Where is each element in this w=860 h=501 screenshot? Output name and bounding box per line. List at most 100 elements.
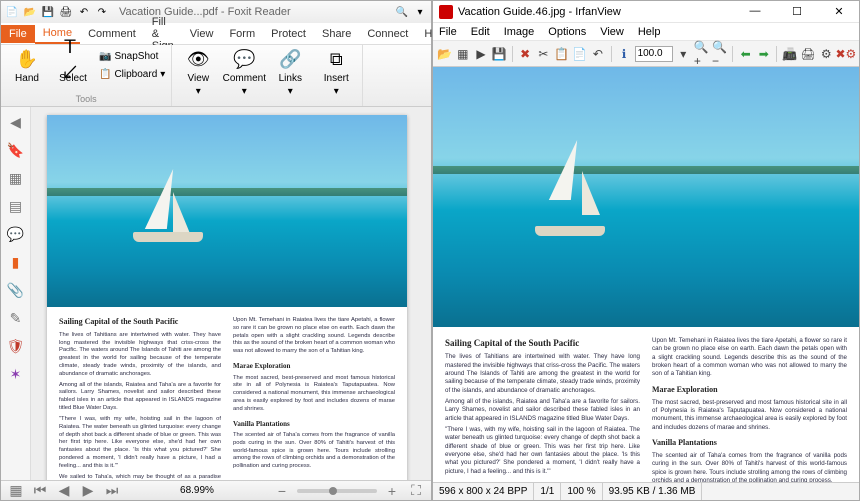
image-viewport[interactable]: Sailing Capital of the South Pacific The… [433, 67, 859, 482]
status-filesize: 93.95 KB / 1.36 MB [603, 483, 703, 500]
ribbon-group-view: 👁View▾ 💬Comment▾ 🔗Links▾ ⧉Insert▾ [172, 45, 363, 106]
page-prev-icon[interactable]: ◀ [55, 482, 73, 500]
clipboard-icon: 📋 [99, 69, 111, 80]
highlight-icon[interactable]: ▮ [7, 253, 25, 271]
ribbon-collapse-icon[interactable]: ▾ [413, 5, 427, 19]
zoom-out-icon[interactable]: 🔍− [712, 45, 727, 63]
comment-icon: 💬 [232, 47, 256, 71]
maximize-button[interactable]: ☐ [783, 5, 811, 18]
fullscreen-icon[interactable]: ⛶ [407, 482, 425, 500]
menu-edit[interactable]: Edit [471, 26, 490, 38]
save-icon[interactable]: 💾 [492, 45, 507, 63]
attachments-icon[interactable]: 📎 [7, 281, 25, 299]
zoom-in-icon[interactable]: 🔍+ [694, 45, 709, 63]
clipboard-button[interactable]: 📋Clipboard ▾ [99, 67, 165, 83]
tab-comment[interactable]: Comment [80, 25, 144, 43]
select-icon: Ｔ↙ [61, 47, 85, 71]
heading-marae: Marae Exploration [233, 362, 395, 371]
links-button[interactable]: 🔗Links▾ [270, 47, 310, 97]
zoom-slider[interactable] [297, 489, 377, 493]
heading-vanilla: Vanilla Plantations [652, 438, 847, 449]
content-area: ◀ 🔖 ▦ ▤ 💬 ▮ 📎 ✎ 🛡 ✶ Sailing Capital of t… [1, 107, 431, 480]
search-icon[interactable]: 🔍 [395, 5, 409, 19]
comment-button[interactable]: 💬Comment▾ [224, 47, 264, 97]
status-bar: 596 x 800 x 24 BPP 1/1 100 % 93.95 KB / … [433, 482, 859, 500]
menu-bar: File Edit Image Options View Help [433, 23, 859, 41]
close-button[interactable]: ✕ [825, 5, 853, 18]
prefs-icon[interactable]: ✖⚙ [837, 45, 855, 63]
view-button[interactable]: 👁View▾ [178, 47, 218, 97]
zoom-value[interactable]: 68.99% [180, 485, 214, 496]
undo-icon[interactable]: ↶ [590, 45, 605, 63]
prev-image-icon[interactable]: ⬅ [738, 45, 753, 63]
view-mode-icon[interactable]: ▦ [7, 482, 25, 500]
redo-icon[interactable]: ↷ [95, 5, 109, 19]
menu-file[interactable]: File [439, 26, 457, 38]
dropdown-icon[interactable]: ▾ [676, 45, 691, 63]
thumbnails-icon[interactable]: ▦ [455, 45, 470, 63]
paste-icon[interactable]: 📄 [572, 45, 587, 63]
menu-options[interactable]: Options [548, 26, 586, 38]
save-icon[interactable]: 💾 [41, 5, 55, 19]
page-next-icon[interactable]: ▶ [79, 482, 97, 500]
titlebar: Vacation Guide.46.jpg - IrfanView — ☐ ✕ [433, 1, 859, 23]
minimize-button[interactable]: — [741, 5, 769, 18]
signature-icon[interactable]: ✎ [7, 309, 25, 327]
settings-icon[interactable]: ⚙ [819, 45, 834, 63]
status-page: 1/1 [534, 483, 561, 500]
page-first-icon[interactable]: ⏮ [31, 482, 49, 500]
print-icon[interactable]: 🖨 [59, 5, 73, 19]
connected-icon[interactable]: ✶ [7, 365, 25, 383]
camera-icon: 📷 [99, 51, 111, 62]
menu-help[interactable]: Help [638, 26, 661, 38]
page-text: Sailing Capital of the South Pacific The… [47, 307, 407, 480]
thumbnails-icon[interactable]: ▦ [7, 169, 25, 187]
status-dimensions: 596 x 800 x 24 BPP [433, 483, 534, 500]
page-hero-image [433, 67, 859, 327]
hand-tool-button[interactable]: ✋ Hand [7, 47, 47, 84]
copy-icon[interactable]: 📋 [554, 45, 569, 63]
heading-sailing: Sailing Capital of the South Pacific [59, 317, 221, 328]
toolbar: 📂 ▦ ▶ 💾 ✖ ✂ 📋 📄 ↶ ℹ 100.0 ▾ 🔍+ 🔍− ⬅ ➡ 📠 … [433, 41, 859, 67]
ribbon: ✋ Hand Ｔ↙ Select 📷SnapShot 📋Clipboard ▾ … [1, 45, 431, 107]
scan-icon[interactable]: 📠 [782, 45, 797, 63]
open-icon[interactable]: 📂 [23, 5, 37, 19]
tab-protect[interactable]: Protect [263, 25, 314, 43]
insert-button[interactable]: ⧉Insert▾ [316, 47, 356, 97]
heading-sailing: Sailing Capital of the South Pacific [445, 337, 640, 349]
info-icon[interactable]: ℹ [616, 45, 631, 63]
bookmarks-icon[interactable]: 🔖 [7, 141, 25, 159]
snapshot-button[interactable]: 📷SnapShot [99, 49, 165, 65]
status-zoom: 100 % [561, 483, 602, 500]
slideshow-icon[interactable]: ▶ [473, 45, 488, 63]
page-viewport[interactable]: Sailing Capital of the South Pacific The… [31, 107, 431, 480]
zoom-field[interactable]: 100.0 [635, 46, 673, 62]
page-last-icon[interactable]: ⏭ [103, 482, 121, 500]
menu-view[interactable]: View [600, 26, 624, 38]
app-icon [439, 5, 453, 19]
app-icon: 📄 [5, 5, 19, 19]
zoom-in-icon[interactable]: + [383, 482, 401, 500]
undo-icon[interactable]: ↶ [77, 5, 91, 19]
next-image-icon[interactable]: ➡ [756, 45, 771, 63]
tab-connect[interactable]: Connect [359, 25, 416, 43]
print-icon[interactable]: 🖨 [800, 45, 815, 63]
open-icon[interactable]: 📂 [437, 45, 452, 63]
tab-view[interactable]: View [182, 25, 222, 43]
delete-icon[interactable]: ✖ [518, 45, 533, 63]
tab-share[interactable]: Share [314, 25, 359, 43]
security-icon[interactable]: 🛡 [7, 337, 25, 355]
select-tool-button[interactable]: Ｔ↙ Select [53, 47, 93, 84]
status-bar: ▦ ⏮ ◀ ▶ ⏭ 68.99% − + ⛶ [1, 480, 431, 500]
zoom-out-icon[interactable]: − [273, 482, 291, 500]
tab-file[interactable]: File [1, 25, 35, 43]
ribbon-group-tools: ✋ Hand Ｔ↙ Select 📷SnapShot 📋Clipboard ▾ … [1, 45, 172, 106]
heading-marae: Marae Exploration [652, 385, 847, 396]
irfanview-window: Vacation Guide.46.jpg - IrfanView — ☐ ✕ … [432, 0, 860, 501]
comments-icon[interactable]: 💬 [7, 225, 25, 243]
collapse-icon[interactable]: ◀ [7, 113, 25, 131]
menu-image[interactable]: Image [504, 26, 535, 38]
tab-form[interactable]: Form [221, 25, 263, 43]
cut-icon[interactable]: ✂ [536, 45, 551, 63]
layers-icon[interactable]: ▤ [7, 197, 25, 215]
